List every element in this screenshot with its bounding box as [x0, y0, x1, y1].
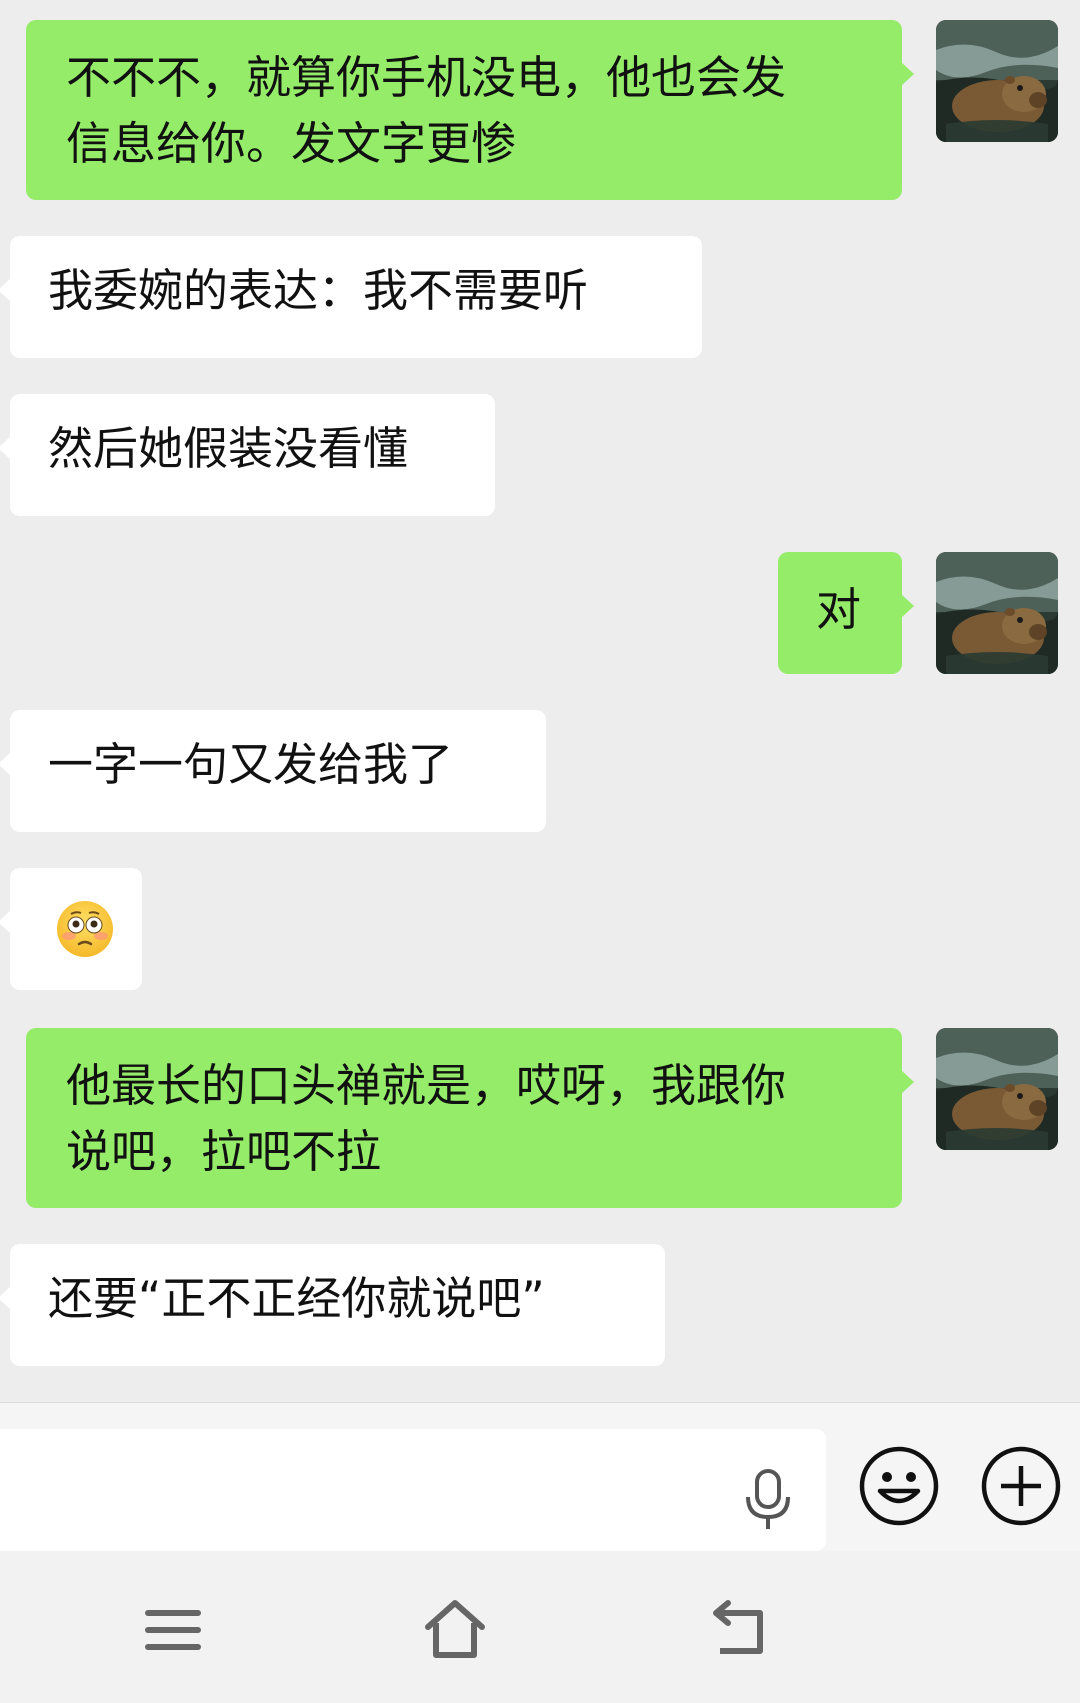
message-row: 对 [0, 552, 1080, 674]
message-row: 不不不，就算你手机没电，他也会发 信息给你。发文字更惨 [0, 20, 1080, 200]
flushed-face-emoji [57, 901, 113, 957]
message-text: 一字一句又发给我了 [48, 738, 454, 791]
message-text: 然后她假装没看懂 [48, 422, 409, 475]
message-bubble-received[interactable]: 我委婉的表达：我不需要听 [0, 236, 702, 358]
message-bubble-received[interactable]: 然后她假装没看懂 [0, 394, 495, 516]
microphone-icon[interactable] [740, 1467, 796, 1533]
smiley-icon[interactable] [858, 1445, 940, 1527]
message-text: 还要“正不正经你就说吧” [48, 1272, 545, 1325]
message-text: 不不不，就算你手机没电，他也会发 [66, 51, 787, 104]
menu-icon[interactable] [138, 1595, 208, 1665]
message-text: 对 [816, 583, 862, 636]
input-bar [0, 1402, 1080, 1551]
capybara-avatar[interactable] [936, 1028, 1058, 1150]
message-row: 他最长的口头禅就是，哎呀，我跟你 说吧，拉吧不拉 [0, 1028, 1080, 1208]
chat-area[interactable]: 不不不，就算你手机没电，他也会发 信息给你。发文字更惨 我委婉的表达：我不需要听 [0, 0, 1080, 1400]
message-row: 然后她假装没看懂 [0, 394, 1080, 516]
message-bubble-received[interactable]: 还要“正不正经你就说吧” [0, 1244, 665, 1366]
message-bubble-received[interactable] [0, 868, 142, 990]
message-row: 我委婉的表达：我不需要听 [0, 236, 1080, 358]
home-icon[interactable] [420, 1595, 490, 1665]
message-text: 说吧，拉吧不拉 [66, 1125, 382, 1178]
message-input[interactable] [0, 1429, 826, 1551]
message-text: 信息给你。发文字更惨 [66, 117, 517, 170]
capybara-avatar[interactable] [936, 552, 1058, 674]
message-bubble-sent[interactable]: 不不不，就算你手机没电，他也会发 信息给你。发文字更惨 [26, 20, 914, 200]
message-row: 还要“正不正经你就说吧” [0, 1244, 1080, 1366]
capybara-avatar[interactable] [936, 20, 1058, 142]
message-text: 他最长的口头禅就是，哎呀，我跟你 [66, 1059, 787, 1112]
back-icon[interactable] [704, 1595, 774, 1665]
message-row [0, 868, 1080, 990]
message-bubble-sent[interactable]: 他最长的口头禅就是，哎呀，我跟你 说吧，拉吧不拉 [26, 1028, 914, 1208]
message-text: 我委婉的表达：我不需要听 [48, 264, 589, 317]
message-row: 一字一句又发给我了 [0, 710, 1080, 832]
message-bubble-received[interactable]: 一字一句又发给我了 [0, 710, 546, 832]
message-bubble-sent[interactable]: 对 [778, 552, 914, 674]
plus-icon[interactable] [980, 1445, 1062, 1527]
system-nav-bar [0, 1551, 1080, 1703]
